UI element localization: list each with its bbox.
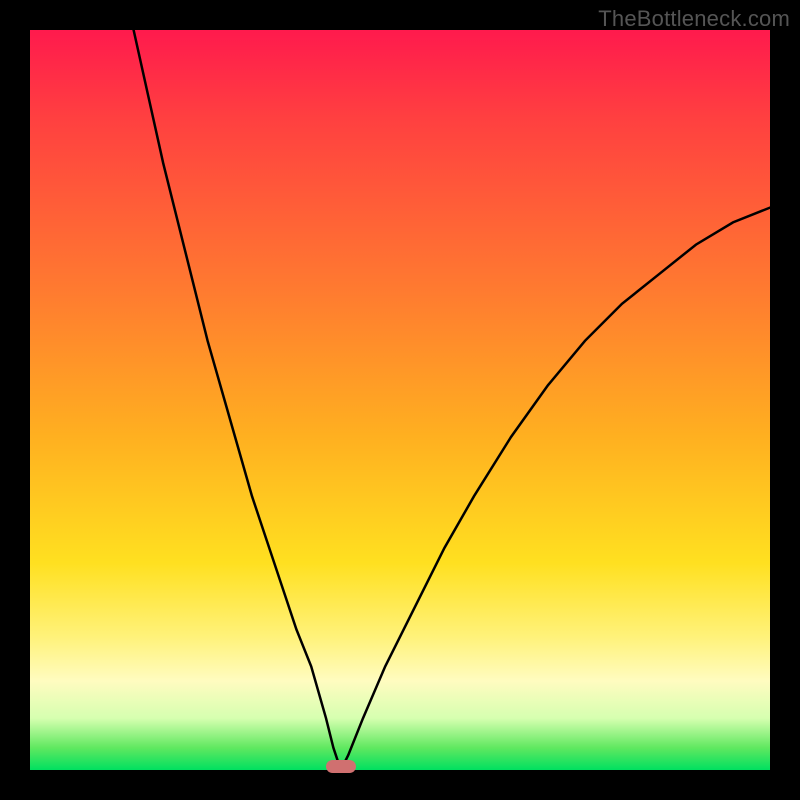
curve-svg (30, 30, 770, 770)
minimum-marker (326, 760, 356, 773)
attribution-text: TheBottleneck.com (598, 6, 790, 32)
chart-plot-area (30, 30, 770, 770)
bottleneck-curve (134, 30, 770, 770)
chart-frame: TheBottleneck.com (0, 0, 800, 800)
